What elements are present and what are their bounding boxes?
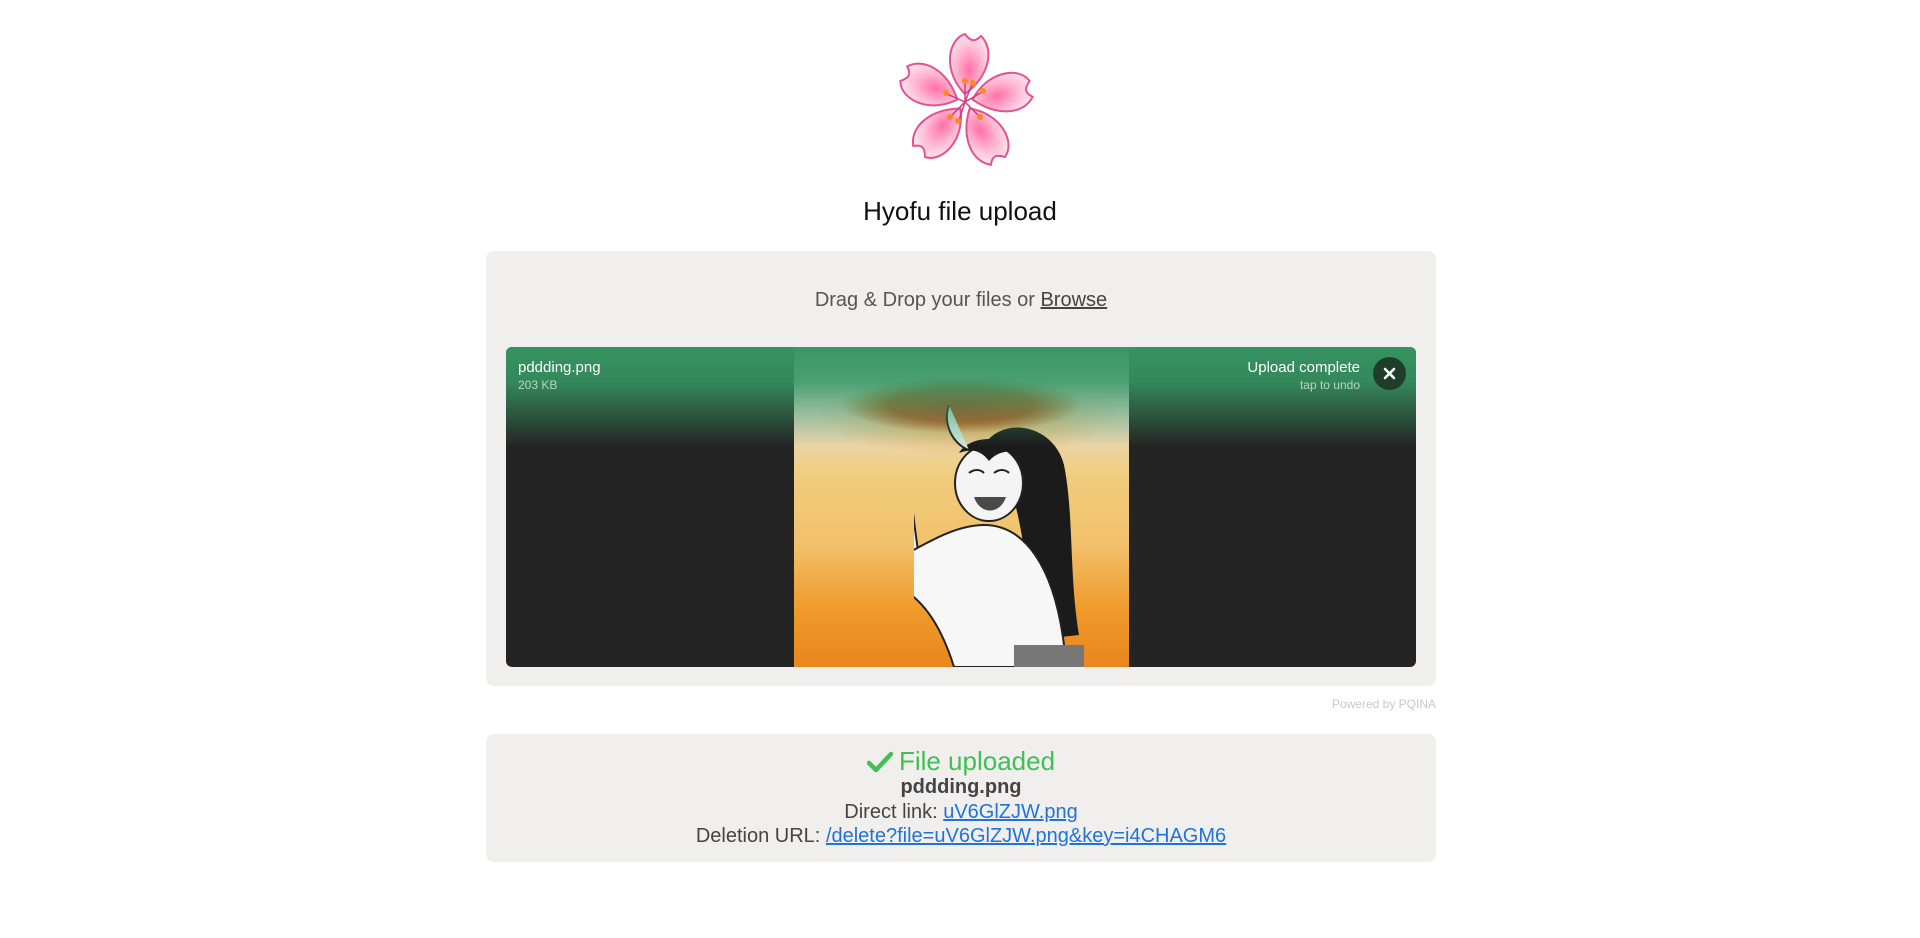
page-title: Hyofu file upload [863, 196, 1057, 226]
file-name: pddding.png [518, 359, 601, 376]
result-panel: File uploaded pddding.png Direct link: u… [486, 734, 1436, 862]
page: Hyofu file upload Drag & Drop your files… [0, 0, 1920, 938]
direct-link-row: Direct link: uV6GlZJW.png [486, 801, 1436, 824]
browse-link[interactable]: Browse [1040, 289, 1107, 311]
undo-button[interactable] [1373, 357, 1406, 390]
upload-status-hint: tap to undo [1299, 378, 1360, 392]
drop-text: Drag & Drop your files or [814, 289, 1035, 311]
direct-link-label: Direct link: [844, 801, 938, 823]
cherry-blossom-icon [899, 32, 1035, 166]
upload-dropzone[interactable]: Drag & Drop your files or Browse pddding… [486, 251, 1436, 686]
file-size: 203 KB [518, 378, 558, 392]
result-title-text: File uploaded [898, 746, 1056, 776]
deletion-url-row: Deletion URL: /delete?file=uV6GlZJW.png&… [486, 825, 1436, 848]
deletion-url-label: Deletion URL: [695, 825, 821, 847]
file-item: pddding.png 203 KB Upload complete tap t… [506, 347, 1416, 667]
result-title: File uploaded [486, 746, 1436, 777]
drop-label: Drag & Drop your files or Browse [486, 289, 1436, 312]
close-icon [1383, 367, 1396, 380]
deletion-link[interactable]: /delete?file=uV6GlZJW.png&key=i4CHAGM6 [826, 825, 1226, 847]
result-filename: pddding.png [900, 776, 1022, 798]
powered-by: Powered by PQINA [1331, 697, 1436, 711]
upload-status: Upload complete [1247, 359, 1360, 376]
direct-link[interactable]: uV6GlZJW.png [943, 801, 1078, 823]
checkmark-icon [866, 751, 894, 773]
